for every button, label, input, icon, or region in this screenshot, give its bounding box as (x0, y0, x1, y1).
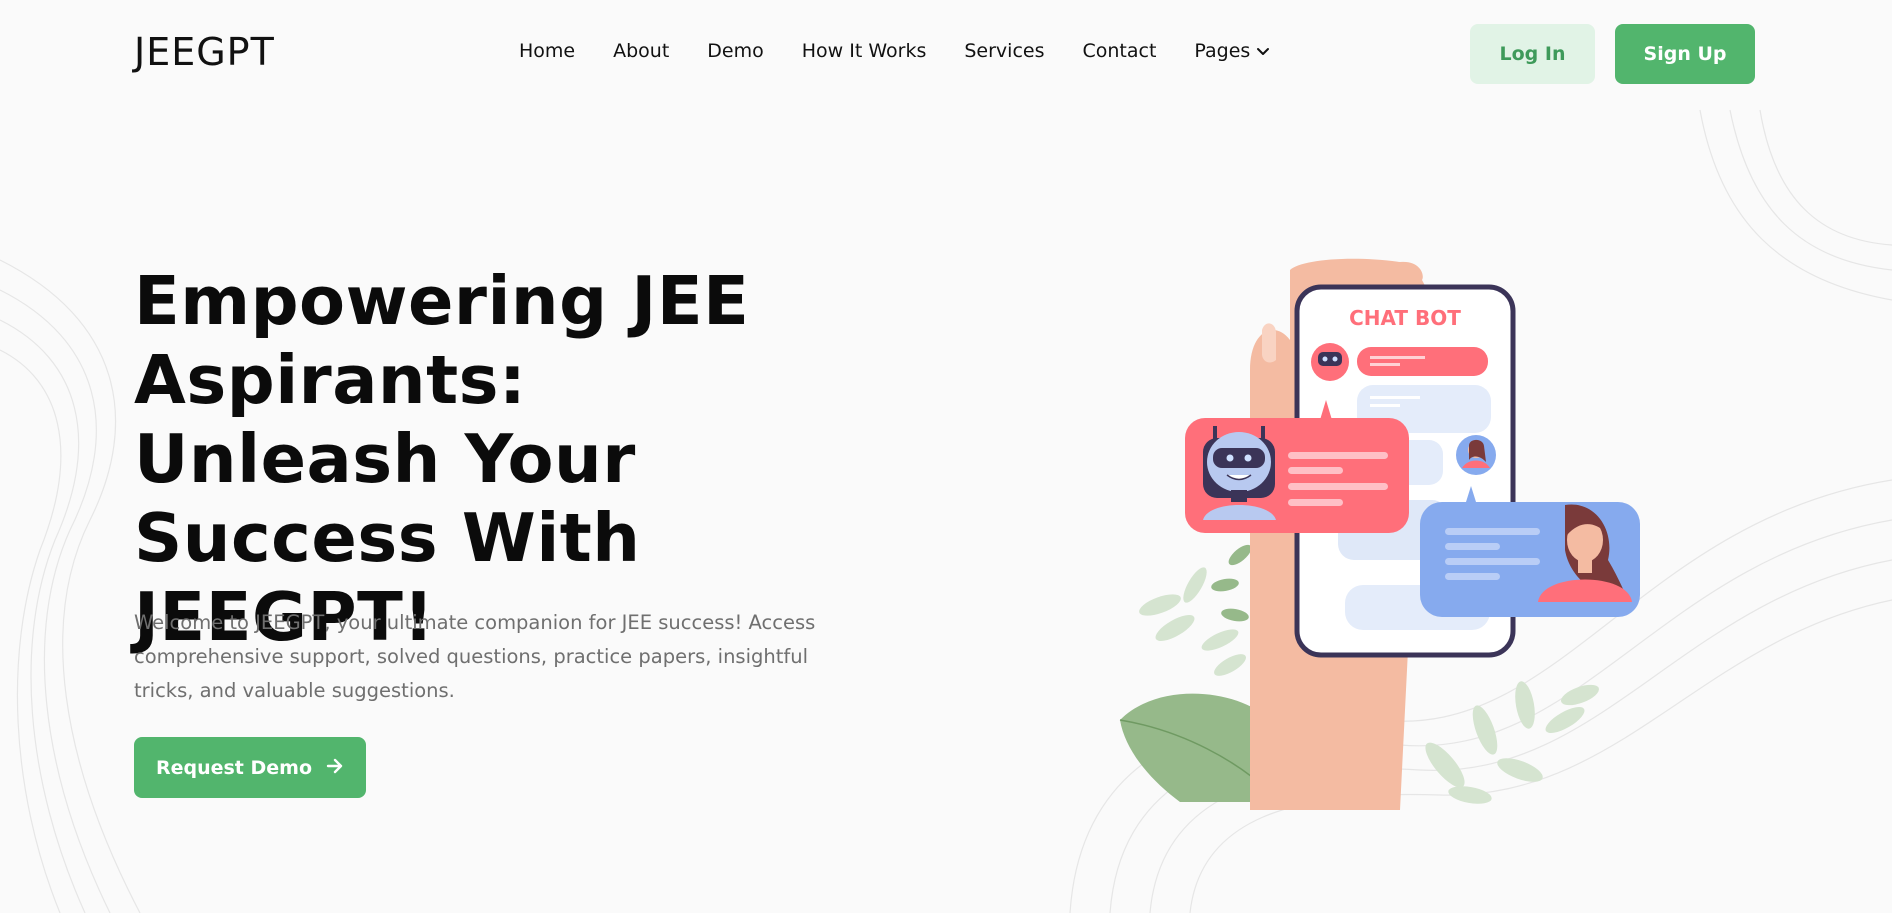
request-demo-label: Request Demo (155, 756, 313, 779)
leaf-decoration-right (1425, 681, 1599, 804)
nav-how-it-works[interactable]: How It Works (802, 40, 927, 62)
user-message-bubble (1420, 486, 1640, 617)
chevron-down-icon (1256, 40, 1270, 62)
hero-description: Welcome to JEEGPT, your ultimate compani… (134, 611, 816, 702)
nav-pages-label: Pages (1194, 40, 1251, 62)
chatbot-illustration: CHAT BOT (1119, 258, 1640, 810)
bot-message-bubble (1185, 400, 1409, 533)
hero-title: Empowering JEE Aspirants: Unleash Your S… (134, 262, 750, 656)
logo[interactable]: JEEGPT (134, 30, 275, 74)
arrow-right-icon (326, 757, 344, 779)
site-header: JEEGPT Home About Demo How It Works Serv… (0, 0, 1892, 108)
nav-demo[interactable]: Demo (707, 40, 763, 62)
nav-pages[interactable]: Pages (1194, 40, 1270, 62)
main-nav: Home About Demo How It Works Services Co… (519, 40, 1270, 62)
request-demo-button[interactable]: Request Demo (134, 737, 366, 798)
signup-button[interactable]: Sign Up (1615, 24, 1755, 84)
nav-about[interactable]: About (613, 40, 669, 62)
nav-home[interactable]: Home (519, 40, 575, 62)
login-button[interactable]: Log In (1470, 24, 1595, 84)
nav-contact[interactable]: Contact (1082, 40, 1156, 62)
phone-title: CHAT BOT (1349, 306, 1461, 330)
nav-services[interactable]: Services (964, 40, 1044, 62)
